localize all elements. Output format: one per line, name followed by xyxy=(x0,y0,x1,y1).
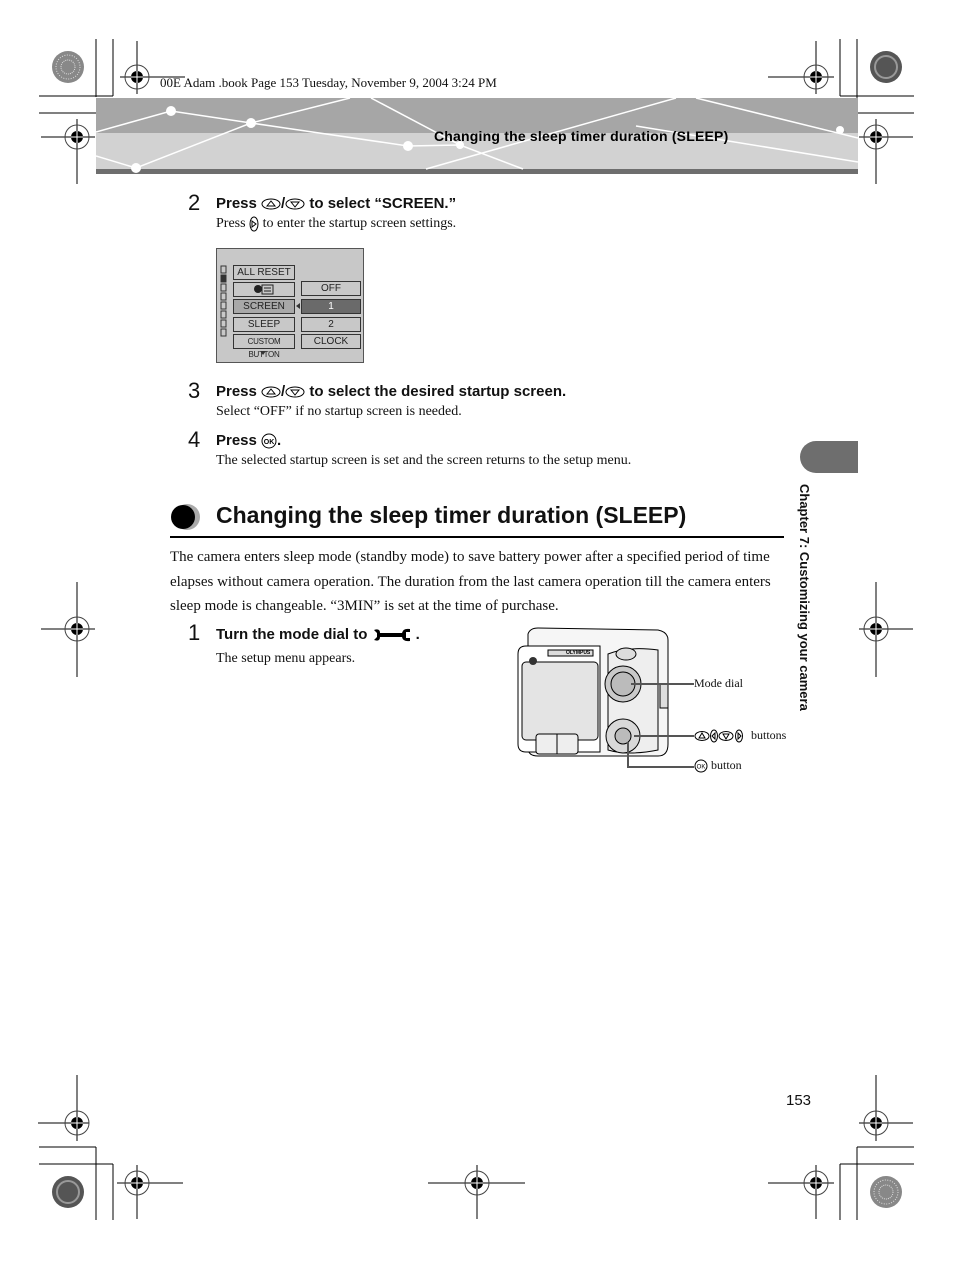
step-number: 1 xyxy=(188,620,201,645)
section-bullet-icon xyxy=(171,504,200,530)
step-title: Turn the mode dial to . xyxy=(216,626,420,643)
section-paragraph: The camera enters sleep mode (standby mo… xyxy=(170,549,771,614)
section-divider xyxy=(170,536,784,538)
camera-illustration: OLYMPUS xyxy=(517,627,694,768)
step-title: Press / to select the desired startup sc… xyxy=(216,383,567,400)
step-body: The selected startup screen is set and t… xyxy=(216,453,632,468)
step-title-text: . xyxy=(415,626,420,643)
step-title-text: to select the desired startup screen. xyxy=(305,383,567,400)
section-title: Changing the sleep timer duration (SLEEP… xyxy=(216,502,687,528)
scroll-down-icon xyxy=(260,351,266,355)
print-slug: 00E Adam .book Page 153 Tuesday, Novembe… xyxy=(160,75,497,90)
svg-text:OK: OK xyxy=(697,765,706,771)
step-number: 3 xyxy=(188,378,201,403)
up-button-icon xyxy=(261,198,281,210)
lcd-item-custom-button: CUSTOM BUTTON xyxy=(233,334,295,359)
selection-arrow-icon xyxy=(296,303,300,309)
language-icon xyxy=(254,284,274,295)
step-body: The setup menu appears. xyxy=(216,651,356,666)
lcd-menu-screenshot: ALL RESET SCREEN SLEEP CUSTOM BUTTON OFF… xyxy=(216,248,364,363)
step-body-text: Press xyxy=(216,216,250,232)
step-title-text: to select “SCREEN.” xyxy=(305,195,457,212)
scroll-indicator xyxy=(220,265,227,337)
ok-button-icon: OK xyxy=(694,759,708,773)
step-title: Press OK. xyxy=(216,432,281,449)
callout-ok-button-label: button xyxy=(711,758,742,772)
lcd-item-sleep: SLEEP xyxy=(233,317,295,332)
header-title: Changing the sleep timer duration (SLEEP… xyxy=(434,128,729,144)
step-title: Press / to select “SCREEN.” xyxy=(216,195,457,212)
svg-text:OK: OK xyxy=(264,439,275,446)
right-button-icon xyxy=(249,216,259,232)
lcd-option-clock: CLOCK xyxy=(301,334,361,349)
step-title-text: Press xyxy=(216,383,262,400)
down-button-icon xyxy=(285,198,305,210)
ok-button-icon: OK xyxy=(261,433,277,449)
lcd-option-1: 1 xyxy=(301,299,361,314)
step-title-text: . xyxy=(277,432,282,449)
callout-arrow-buttons-label: buttons xyxy=(751,728,787,742)
down-button-icon xyxy=(285,386,305,398)
page-number: 153 xyxy=(786,1092,812,1109)
step-number: 2 xyxy=(188,190,201,215)
lcd-item-language xyxy=(233,282,295,297)
up-button-icon xyxy=(261,386,281,398)
step-body-text: to enter the startup screen settings. xyxy=(259,216,457,232)
chapter-tab xyxy=(800,441,858,473)
callout-mode-dial: Mode dial xyxy=(694,676,743,690)
callout-ok-button: OK button xyxy=(694,758,742,773)
step-number: 4 xyxy=(188,427,201,452)
step-body: Press to enter the startup screen settin… xyxy=(216,216,456,232)
brand-logo: OLYMPUS xyxy=(566,650,591,656)
lcd-item-screen: SCREEN xyxy=(233,299,295,314)
step-body: Select “OFF” if no startup screen is nee… xyxy=(216,404,462,419)
step-title-text: Turn the mode dial to xyxy=(216,626,372,643)
lcd-item-all-reset: ALL RESET xyxy=(233,265,295,280)
arrow-buttons-icon xyxy=(694,729,743,743)
lcd-option-2: 2 xyxy=(301,317,361,332)
step-title-text: Press xyxy=(216,195,262,212)
callout-arrow-buttons: buttons xyxy=(694,728,786,743)
chapter-label: Chapter 7: Customizing your camera xyxy=(797,484,812,711)
wrench-icon xyxy=(373,628,410,642)
lcd-option-off: OFF xyxy=(301,281,361,296)
lens-icon xyxy=(529,657,537,665)
step-title-text: Press xyxy=(216,432,262,449)
